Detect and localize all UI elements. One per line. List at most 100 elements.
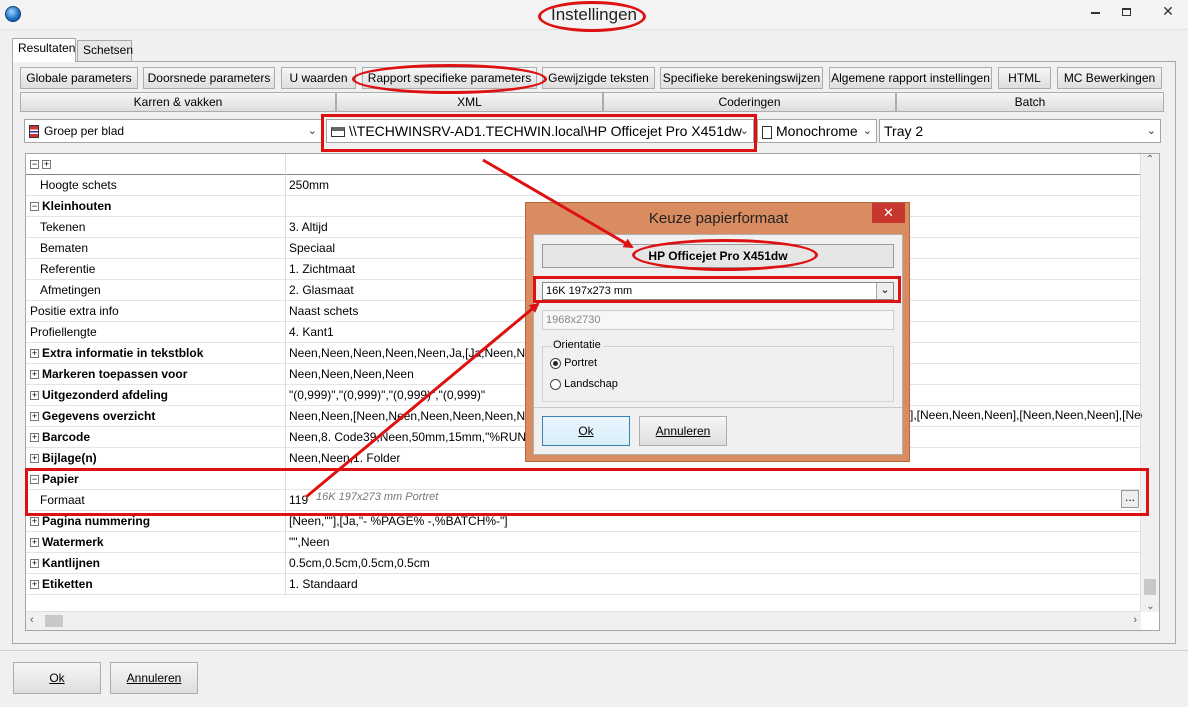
ok-button[interactable]: Ok	[13, 662, 101, 694]
expand-all-icon[interactable]: +	[42, 160, 51, 170]
expand-icon[interactable]: +	[30, 559, 39, 569]
radio-portret[interactable]: Portret	[550, 357, 597, 369]
coderingen-button[interactable]: Coderingen	[603, 92, 896, 112]
vertical-scroll-thumb[interactable]	[1144, 579, 1156, 595]
scroll-down-icon[interactable]: ⌄	[1141, 601, 1159, 612]
tray-select[interactable]: Tray 2 ⌄	[879, 119, 1161, 143]
collapse-icon[interactable]: −	[30, 202, 39, 212]
property-name-label: Tekenen	[40, 220, 86, 234]
dialog-title: Keuze papierformaat	[648, 210, 789, 227]
gewijzigde-teksten-button[interactable]: Gewijzigde teksten	[542, 67, 655, 89]
close-button[interactable]: ✕	[1148, 0, 1188, 22]
scroll-up-icon[interactable]: ⌃	[1141, 154, 1159, 165]
expand-icon[interactable]: +	[30, 538, 39, 548]
close-icon: ✕	[883, 205, 894, 220]
collapse-icon[interactable]: −	[30, 475, 39, 485]
property-name-label: Papier	[42, 472, 79, 486]
chevron-down-icon: ⌄	[739, 125, 749, 137]
maximize-button[interactable]	[1112, 0, 1140, 22]
horizontal-scrollbar[interactable]: ‹ ›	[26, 611, 1141, 630]
property-name: Profiellengte	[26, 322, 286, 343]
globale-parameters-button[interactable]: Globale parameters	[20, 67, 138, 89]
chevron-down-icon: ⌄	[307, 125, 317, 137]
collapse-all-icon[interactable]: −	[30, 160, 39, 170]
expand-icon[interactable]: +	[30, 370, 39, 380]
paper-size-value: 16K 197x273 mm	[546, 285, 633, 297]
property-value[interactable]: [Neen,""],[Ja,"- %PAGE% -,%BATCH%-"]	[287, 511, 1141, 532]
formaat-browse-button[interactable]: ...	[1121, 490, 1139, 508]
minimize-button[interactable]	[1081, 0, 1109, 22]
expand-icon[interactable]: +	[30, 349, 39, 359]
xml-button[interactable]: XML	[336, 92, 603, 112]
paper-size-select[interactable]: 16K 197x273 mm ⌄	[542, 282, 894, 300]
property-name: Referentie	[26, 259, 286, 280]
table-row[interactable]: − Papier	[26, 469, 1141, 490]
property-value[interactable]: 250mm	[287, 175, 1141, 196]
property-name-label: Barcode	[42, 430, 91, 444]
dialog-cancel-label: Annuleren	[655, 424, 711, 438]
property-name-label: Hoogte schets	[40, 178, 117, 192]
karren-vakken-button[interactable]: Karren & vakken	[20, 92, 336, 112]
orientation-label: Orientatie	[551, 339, 603, 351]
expand-icon[interactable]: +	[30, 391, 39, 401]
radio-unselected-icon	[550, 378, 561, 390]
rapport-specifieke-parameters-button[interactable]: Rapport specifieke parameters	[362, 67, 537, 89]
property-name: Hoogte schets	[26, 175, 286, 196]
dialog-body: HP Officejet Pro X451dw 16K 197x273 mm ⌄…	[533, 234, 903, 455]
color-select[interactable]: Monochrome ⌄	[757, 119, 877, 143]
property-name: + Uitgezonderd afdeling	[26, 385, 286, 406]
horizontal-scroll-thumb[interactable]	[45, 615, 63, 627]
batch-button[interactable]: Batch	[896, 92, 1164, 112]
property-name-label: Etiketten	[42, 577, 93, 591]
formaat-hint: 16K 197x273 mm Portret	[316, 491, 439, 503]
table-row[interactable]: + Etiketten 1. Standaard	[26, 574, 1141, 595]
html-button[interactable]: HTML	[998, 67, 1051, 89]
dialog-ok-button[interactable]: Ok	[542, 416, 630, 446]
property-name-label: Uitgezonderd afdeling	[42, 388, 168, 402]
property-name: Formaat	[26, 490, 286, 511]
property-name-label: Afmetingen	[40, 283, 101, 297]
tab-resultaten[interactable]: Resultaten	[12, 38, 76, 62]
scroll-left-icon[interactable]: ‹	[30, 614, 34, 626]
expand-icon[interactable]: +	[30, 433, 39, 443]
expand-icon[interactable]: +	[30, 454, 39, 464]
property-name-label: Kantlijnen	[42, 556, 101, 570]
algemene-rapport-instellingen-button[interactable]: Algemene rapport instellingen	[829, 67, 992, 89]
vertical-scrollbar[interactable]: ⌃ ⌄	[1140, 154, 1159, 612]
specifieke-berekeningswijzen-button[interactable]: Specifieke berekeningswijzen	[660, 67, 823, 89]
paper-format-dialog: Keuze papierformaat ✕ HP Officejet Pro X…	[525, 202, 910, 462]
property-name-label: Gegevens overzicht	[42, 409, 156, 423]
radio-landschap[interactable]: Landschap	[550, 378, 618, 390]
property-value[interactable]	[287, 469, 1141, 490]
expand-icon[interactable]: +	[30, 412, 39, 422]
chevron-down-icon: ⌄	[862, 125, 872, 137]
group-select[interactable]: Groep per blad ⌄	[24, 119, 322, 143]
cancel-button[interactable]: Annuleren	[110, 662, 198, 694]
mc-bewerkingen-button[interactable]: MC Bewerkingen	[1057, 67, 1162, 89]
table-row[interactable]: + Watermerk "",Neen	[26, 532, 1141, 553]
scroll-right-icon[interactable]: ›	[1133, 614, 1137, 626]
expand-icon[interactable]: +	[30, 517, 39, 527]
printer-icon	[331, 127, 345, 138]
dialog-cancel-button[interactable]: Annuleren	[639, 416, 727, 446]
property-name-label: Bijlage(n)	[42, 451, 97, 465]
property-name: − Papier	[26, 469, 286, 490]
property-name-label: Bematen	[40, 241, 89, 255]
property-value[interactable]: "",Neen	[287, 532, 1141, 553]
printer-select[interactable]: \\TECHWINSRV-AD1.TECHWIN.local\HP Office…	[326, 119, 754, 143]
chevron-down-icon[interactable]: ⌄	[876, 283, 893, 299]
property-value[interactable]: 0.5cm,0.5cm,0.5cm,0.5cm	[287, 553, 1141, 574]
doorsnede-parameters-button[interactable]: Doorsnede parameters	[143, 67, 275, 89]
report-icon	[29, 125, 39, 139]
tab-schetsen[interactable]: Schetsen	[77, 40, 133, 61]
expand-icon[interactable]: +	[30, 580, 39, 590]
table-row[interactable]: Formaat 119	[26, 490, 1141, 511]
dialog-close-button[interactable]: ✕	[872, 203, 905, 223]
property-name-label: Watermerk	[42, 535, 104, 549]
table-row[interactable]: + Pagina nummering [Neen,""],[Ja,"- %PAGE%…	[26, 511, 1141, 532]
table-row[interactable]: + Kantlijnen 0.5cm,0.5cm,0.5cm,0.5cm	[26, 553, 1141, 574]
property-name-label: Formaat	[40, 493, 85, 507]
property-value[interactable]: 1. Standaard	[287, 574, 1141, 595]
u-waarden-button[interactable]: U waarden	[281, 67, 356, 89]
table-row[interactable]: Hoogte schets 250mm	[26, 175, 1141, 196]
